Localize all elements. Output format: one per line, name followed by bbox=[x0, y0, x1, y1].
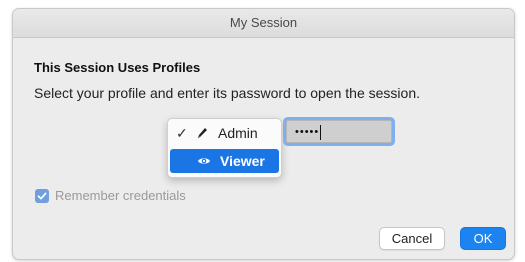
cancel-button[interactable]: Cancel bbox=[379, 227, 445, 250]
eye-icon bbox=[198, 158, 210, 164]
ok-button[interactable]: OK bbox=[460, 227, 506, 250]
window-titlebar: My Session bbox=[13, 9, 514, 38]
password-field[interactable]: ••••• bbox=[286, 120, 392, 143]
profile-popup-menu: ✓ Admin Viewer bbox=[167, 118, 282, 178]
checkmark-icon: ✓ bbox=[176, 125, 188, 141]
checkmark-icon bbox=[37, 192, 47, 199]
password-value: ••••• bbox=[295, 126, 320, 138]
remember-checkbox[interactable] bbox=[35, 188, 49, 203]
dialog-message: Select your profile and enter its passwo… bbox=[34, 85, 420, 101]
menu-item-viewer[interactable]: Viewer bbox=[170, 149, 279, 173]
window-title: My Session bbox=[229, 15, 298, 30]
text-caret bbox=[320, 124, 322, 140]
dialog-heading: This Session Uses Profiles bbox=[34, 60, 201, 75]
session-dialog: My Session This Session Uses Profiles Se… bbox=[12, 8, 515, 260]
remember-label: Remember credentials bbox=[55, 188, 186, 203]
pencil-icon bbox=[198, 128, 207, 138]
remember-credentials[interactable]: Remember credentials bbox=[35, 188, 186, 203]
menu-item-label: Admin bbox=[218, 125, 258, 141]
menu-item-admin[interactable]: ✓ Admin bbox=[170, 121, 279, 145]
menu-item-label: Viewer bbox=[220, 153, 265, 169]
